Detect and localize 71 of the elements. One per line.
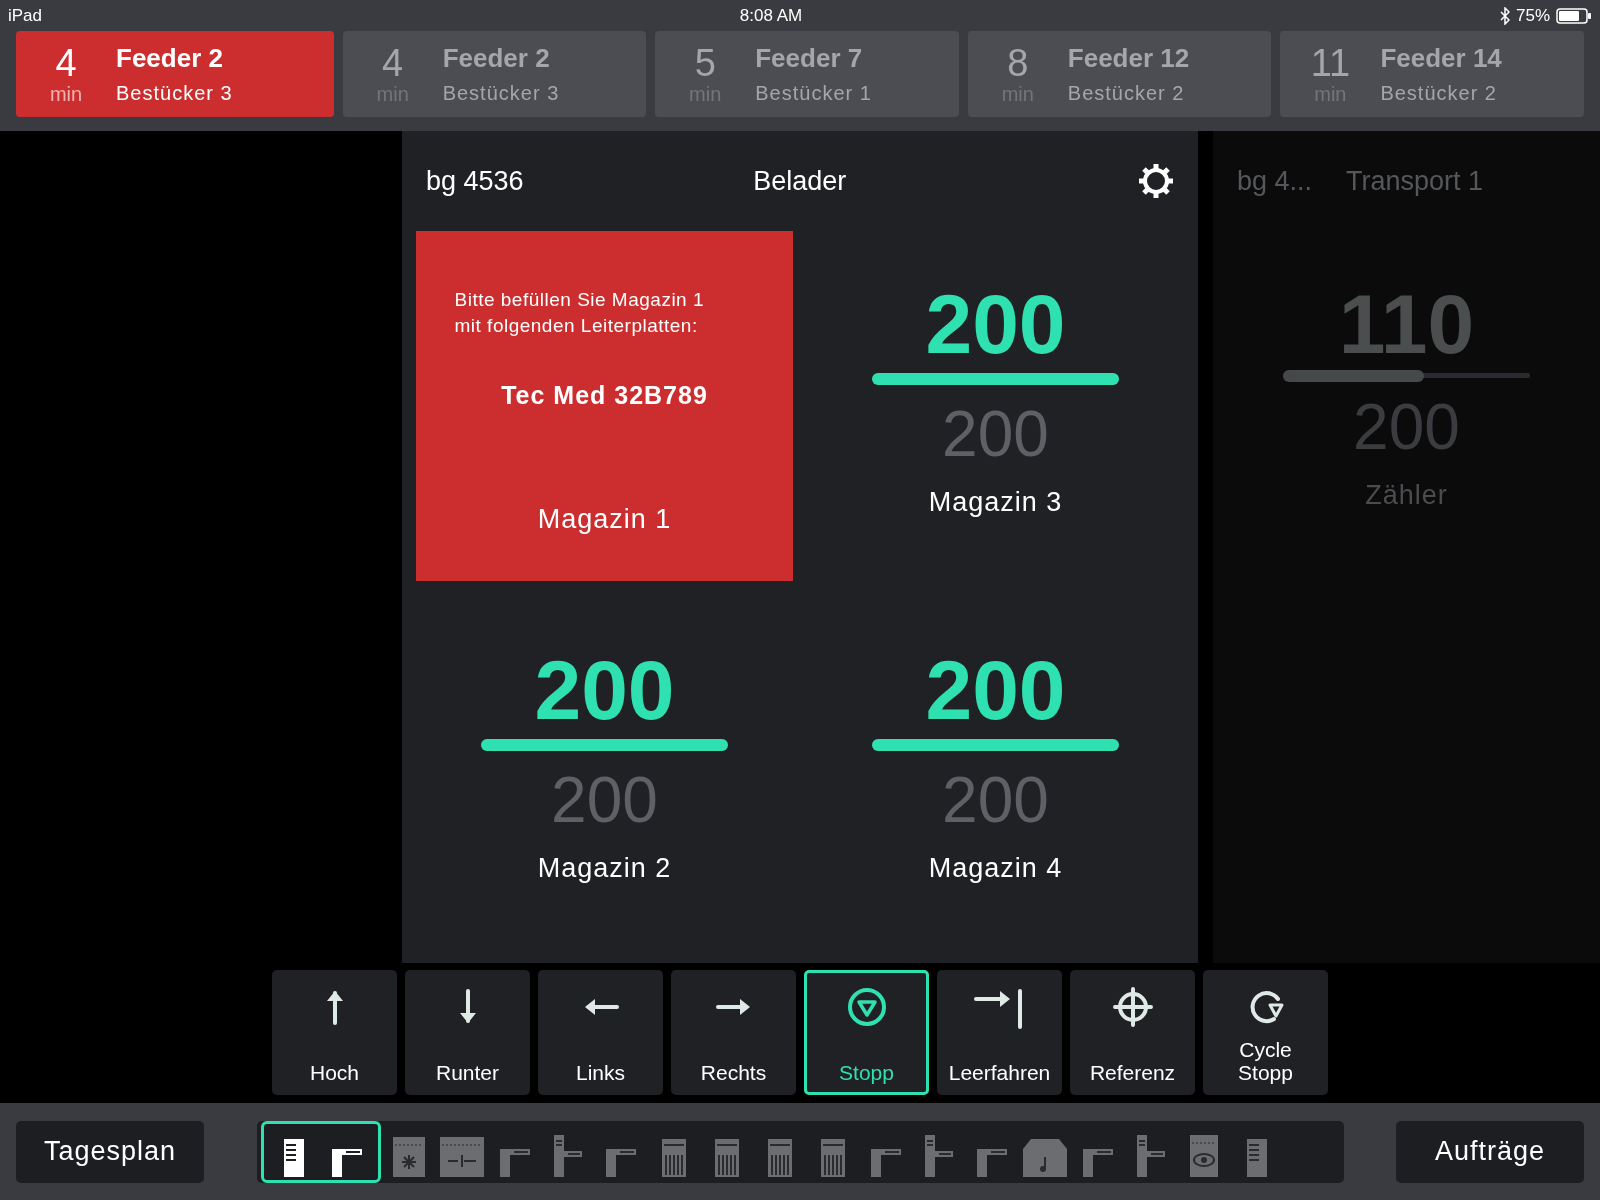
capacity-value: 200 — [942, 397, 1049, 472]
count-value: 200 — [925, 647, 1066, 733]
magazine-label: Magazin 3 — [928, 487, 1063, 518]
control-button[interactable]: Links — [538, 970, 663, 1095]
magazine-machine-icon — [662, 1138, 686, 1177]
control-button[interactable]: Runter — [405, 970, 530, 1095]
loader-machine-icon — [284, 1138, 304, 1177]
capacity-value: 200 — [942, 763, 1049, 838]
feeder-name: Feeder 2 — [442, 43, 551, 74]
battery-percent: 75% — [1515, 5, 1550, 26]
loader-machine-icon — [1247, 1138, 1267, 1177]
placer-name: Bestücker 3 — [116, 82, 233, 105]
panel-title: Transport 1 — [1346, 165, 1484, 197]
crosshair-icon — [1110, 985, 1155, 1029]
minutes-value: 8 — [1007, 42, 1029, 83]
placer-name: Bestücker 1 — [755, 82, 872, 105]
device-name: iPad — [8, 5, 43, 26]
minutes-unit: min — [49, 82, 83, 106]
magazine-label: Zähler — [1365, 480, 1448, 511]
magazine-machine-icon — [821, 1138, 845, 1177]
panel-title: Belader — [752, 165, 848, 197]
conveyor-machine-icon — [871, 1148, 901, 1177]
oven-machine-icon — [1023, 1138, 1067, 1177]
orders-button[interactable]: Aufträge — [1396, 1120, 1584, 1183]
capacity-value: 200 — [551, 763, 658, 838]
settings-icon[interactable] — [1136, 161, 1176, 201]
minutes-value: 4 — [382, 42, 404, 83]
feeder-name: Feeder 2 — [116, 43, 224, 74]
eye-machine-icon — [1190, 1134, 1218, 1177]
control-button[interactable]: Referenz — [1070, 970, 1195, 1095]
magazine-label: Magazin 1 — [537, 504, 672, 535]
count-value: 200 — [534, 647, 675, 733]
control-button[interactable]: Cycle Stopp — [1203, 970, 1328, 1095]
feeder-name: Feeder 14 — [1380, 43, 1502, 74]
control-button[interactable]: Rechts — [671, 970, 796, 1095]
magazine-machine-icon — [715, 1138, 739, 1177]
count-value: 110 — [1338, 281, 1475, 367]
day-plan-button[interactable]: Tagesplan — [16, 1120, 204, 1183]
placer-name: Bestücker 3 — [442, 82, 560, 105]
tower-machine-icon — [554, 1134, 582, 1177]
control-button[interactable]: Hoch — [272, 970, 397, 1095]
feeder-name: Feeder 7 — [755, 43, 864, 74]
alert-message: Bitte befüllen Sie Magazin 1 mit folgenden Leiterplatten: — [454, 288, 706, 338]
placer-name: Bestücker 2 — [1380, 82, 1498, 105]
magazine-label: Magazin 2 — [537, 853, 672, 884]
inspection-machine-icon — [440, 1136, 484, 1177]
tower-machine-icon — [925, 1134, 953, 1177]
part-name: Tec Med 32B789 — [501, 381, 708, 410]
magazine-machine-icon — [768, 1138, 792, 1177]
count-value: 200 — [925, 281, 1066, 367]
control-button[interactable]: Leerfahren — [937, 970, 1062, 1095]
clock: 8:08 AM — [739, 5, 803, 26]
minutes-value: 11 — [1310, 42, 1351, 83]
feeder-name: Feeder 12 — [1067, 43, 1190, 74]
bluetooth-icon — [1499, 6, 1510, 25]
conveyor-machine-icon — [977, 1148, 1007, 1177]
tower-machine-icon — [1137, 1134, 1165, 1177]
minutes-value: 4 — [55, 42, 77, 83]
conveyor-machine-icon — [332, 1148, 362, 1177]
board-id: bg 4536 — [426, 165, 524, 197]
feeder-tab[interactable]: 4 min Feeder 2 Bestücker 3 — [16, 31, 334, 117]
placer-name: Bestücker 2 — [1067, 82, 1186, 105]
printer-machine-icon — [393, 1136, 425, 1177]
conveyor-machine-icon — [500, 1148, 530, 1177]
conveyor-machine-icon — [606, 1148, 636, 1177]
minutes-value: 5 — [694, 42, 716, 83]
conveyor-machine-icon — [1083, 1148, 1113, 1177]
control-button[interactable]: Stopp — [804, 970, 929, 1095]
battery-icon — [1556, 7, 1592, 24]
board-id: bg 4... — [1237, 165, 1313, 197]
magazine-label: Magazin 4 — [928, 853, 1063, 884]
